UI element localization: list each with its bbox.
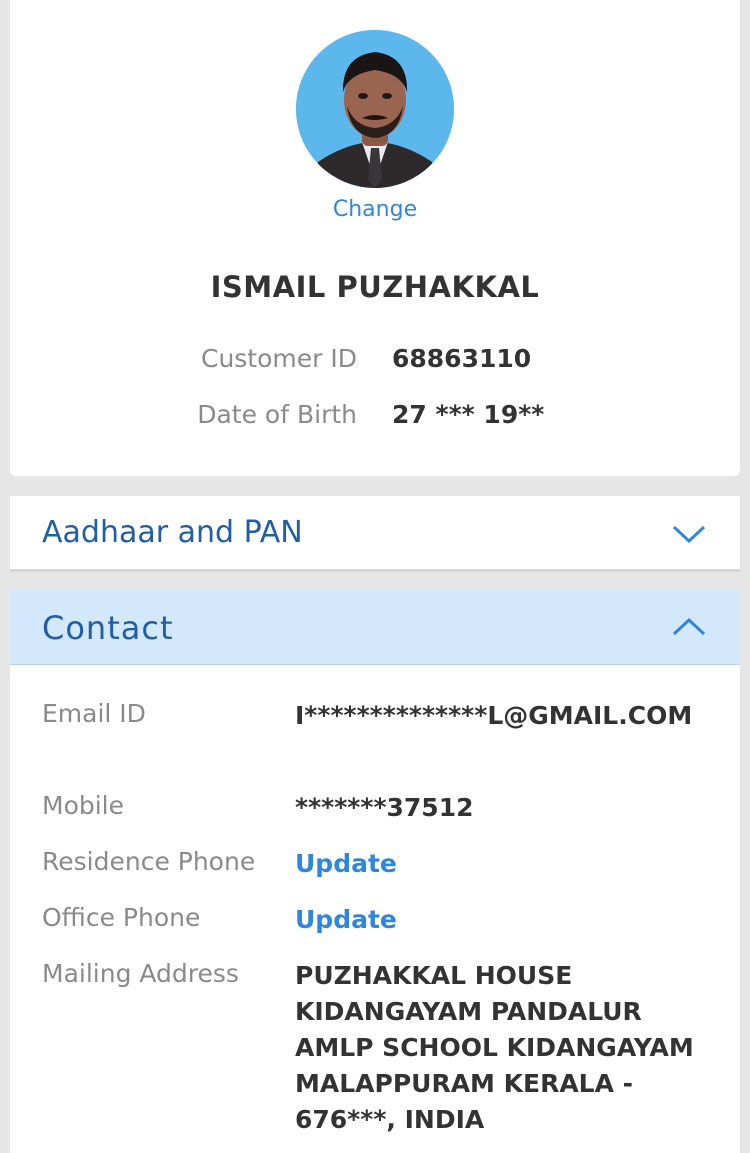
customer-id-label: Customer ID [200,344,357,373]
person-avatar-icon [296,30,454,188]
chevron-down-icon [672,525,706,544]
aadhaar-pan-title: Aadhaar and PAN [42,515,303,550]
contact-title: Contact [42,609,174,647]
email-value: I**************L@GMAIL.COM [295,701,693,730]
profile-card: Change ISMAIL PUZHAKKAL Customer ID 6886… [10,0,740,476]
aadhaar-pan-section-header[interactable]: Aadhaar and PAN [10,496,740,572]
change-photo-link[interactable]: Change [10,197,740,222]
residence-phone-label: Residence Phone [42,847,256,876]
chevron-up-icon [672,617,706,636]
customer-id-row: Customer ID 68863110 [10,344,740,380]
dob-value: 27 *** 19** [392,400,545,429]
customer-name: ISMAIL PUZHAKKAL [210,270,540,304]
profile-photo[interactable] [296,30,454,188]
office-phone-update-link[interactable]: Update [295,902,397,938]
mobile-value: *******37512 [295,793,474,822]
dob-label: Date of Birth [197,400,357,429]
dob-row: Date of Birth 27 *** 19** [10,400,740,436]
contact-details: Email ID I**************L@GMAIL.COM Mobi… [10,665,740,1153]
profile-screen: Change ISMAIL PUZHAKKAL Customer ID 6886… [0,0,750,1153]
customer-id-value: 68863110 [392,344,532,373]
contact-section-header[interactable]: Contact [10,590,740,665]
email-label: Email ID [42,699,146,728]
residence-phone-update-link[interactable]: Update [295,846,397,882]
mailing-address-value: PUZHAKKAL HOUSE KIDANGAYAM PANDALUR AMLP… [295,961,694,1134]
office-phone-label: Office Phone [42,903,201,932]
mailing-address-label: Mailing Address [42,959,239,988]
mobile-label: Mobile [42,791,125,820]
